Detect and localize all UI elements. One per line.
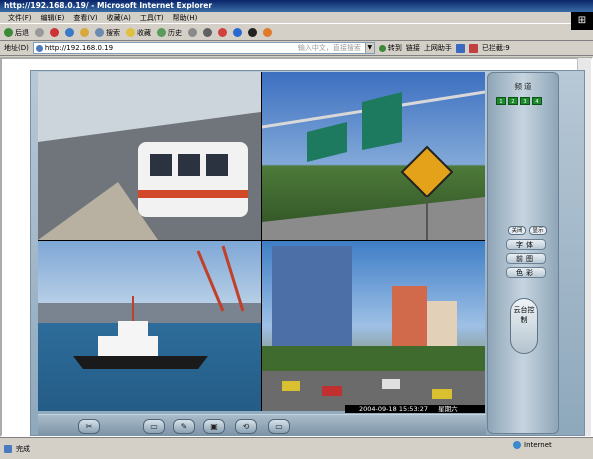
video-channel-1[interactable] xyxy=(38,72,261,240)
blocked-count[interactable]: 已拦截:9 xyxy=(482,43,510,53)
home-icon xyxy=(80,28,89,37)
city-street-image xyxy=(262,246,485,411)
address-search-placeholder: 输入中文，直接搜索 xyxy=(297,44,361,52)
video-channel-4[interactable] xyxy=(262,241,485,411)
channel-button-1[interactable]: 1 xyxy=(496,97,506,105)
edit-icon xyxy=(218,28,227,37)
address-bar: 地址(D) http://192.168.0.19 输入中文，直接搜索 ▼ 转到… xyxy=(0,41,593,56)
messenger-icon xyxy=(233,28,242,37)
refresh-tool-button[interactable]: ⟲ xyxy=(235,419,257,434)
channel-button-4[interactable]: 4 xyxy=(532,97,542,105)
chevron-down-icon[interactable]: ▼ xyxy=(364,43,374,53)
video-grid xyxy=(38,72,485,411)
edit-tool-button[interactable]: ✎ xyxy=(173,419,195,434)
mail-icon xyxy=(188,28,197,37)
print-button[interactable] xyxy=(203,28,212,37)
menu-file[interactable]: 文件(F) xyxy=(8,13,32,23)
panel-title: 频道 xyxy=(514,82,534,91)
color-button[interactable]: 色彩 xyxy=(506,267,546,278)
assistant-label[interactable]: 上网助手 xyxy=(424,43,452,53)
channel-buttons: 1 2 3 4 xyxy=(496,97,542,105)
page-done-icon xyxy=(4,444,12,453)
toggle-buttons: 关闭 显示 xyxy=(508,226,547,235)
assistant-icon[interactable] xyxy=(455,43,465,53)
control-panel: 频道 1 2 3 4 关闭 显示 字体 前图 色彩 云台控制 xyxy=(487,72,559,434)
window-title-bar: http://192.168.0.19/ - Microsoft Interne… xyxy=(0,0,593,12)
menu-tools[interactable]: 工具(T) xyxy=(140,13,164,23)
train-station-image xyxy=(38,72,261,240)
back-button[interactable]: 后退 xyxy=(4,28,29,38)
security-zone: Internet xyxy=(513,441,552,449)
panel-menu: 字体 前图 色彩 xyxy=(506,239,546,278)
back-arrow-icon xyxy=(4,28,13,37)
toolbar: 后退 搜索 收藏 历史 xyxy=(0,25,593,41)
preview-button[interactable]: 前图 xyxy=(506,253,546,264)
zone-label: Internet xyxy=(524,441,552,449)
display-button[interactable]: 显示 xyxy=(529,226,547,235)
extra-icon xyxy=(263,28,272,37)
refresh-button[interactable] xyxy=(65,28,74,37)
messenger-button[interactable] xyxy=(233,28,242,37)
video-timestamp: 2004-09-18 15:53:27 星期六 xyxy=(345,405,485,413)
refresh-icon xyxy=(65,28,74,37)
forward-arrow-icon xyxy=(35,28,44,37)
print-icon xyxy=(203,28,212,37)
stop-button[interactable] xyxy=(50,28,59,37)
video-channel-2[interactable] xyxy=(262,72,485,240)
bottom-control-bar: ✂ ▭ ✎ ▣ ⟲ ▭ xyxy=(38,414,486,436)
video-channel-3[interactable] xyxy=(38,241,261,411)
window-button[interactable]: ▭ xyxy=(143,419,165,434)
folder-button[interactable]: ▭ xyxy=(268,419,290,434)
history-button[interactable]: 历史 xyxy=(157,28,182,38)
channel-button-3[interactable]: 3 xyxy=(520,97,530,105)
globe-icon xyxy=(513,441,521,449)
settings-tool-button[interactable]: ✂ xyxy=(78,419,100,434)
ptz-control[interactable]: 云台控制 xyxy=(510,298,538,354)
extra-button[interactable] xyxy=(263,28,272,37)
ptz-label: 云台控制 xyxy=(513,306,535,324)
home-button[interactable] xyxy=(80,28,89,37)
window-title: http://192.168.0.19/ - Microsoft Interne… xyxy=(4,1,213,10)
edit-button[interactable] xyxy=(218,28,227,37)
search-icon xyxy=(95,28,104,37)
go-arrow-icon xyxy=(378,44,386,52)
qq-icon xyxy=(248,28,257,37)
search-button[interactable]: 搜索 xyxy=(95,28,120,38)
forward-button[interactable] xyxy=(35,28,44,37)
menu-favorites[interactable]: 收藏(A) xyxy=(107,13,131,23)
history-icon xyxy=(157,28,166,37)
menu-help[interactable]: 帮助(H) xyxy=(173,13,198,23)
stop-icon xyxy=(50,28,59,37)
status-text: 完成 xyxy=(16,444,30,453)
address-url: http://192.168.0.19 xyxy=(44,44,114,52)
page-icon xyxy=(35,44,43,52)
menu-bar: 文件(F) 编辑(E) 查看(V) 收藏(A) 工具(T) 帮助(H) xyxy=(0,12,571,24)
font-button[interactable]: 字体 xyxy=(506,239,546,250)
channel-button-2[interactable]: 2 xyxy=(508,97,518,105)
address-input[interactable]: http://192.168.0.19 输入中文，直接搜索 ▼ xyxy=(32,42,375,54)
qq-button[interactable] xyxy=(248,28,257,37)
close-button[interactable]: 关闭 xyxy=(508,226,526,235)
menu-edit[interactable]: 编辑(E) xyxy=(41,13,65,23)
harbor-ship-image xyxy=(38,245,261,369)
go-button[interactable]: 转到 xyxy=(378,43,402,53)
address-label: 地址(D) xyxy=(4,44,29,52)
menu-view[interactable]: 查看(V) xyxy=(73,13,97,23)
links-label[interactable]: 链接 xyxy=(406,43,420,53)
status-bar: 完成 xyxy=(0,437,593,459)
record-button[interactable]: ▣ xyxy=(203,419,225,434)
favorites-button[interactable]: 收藏 xyxy=(126,28,151,38)
favorites-icon xyxy=(126,28,135,37)
blocker-icon xyxy=(468,43,478,53)
highway-signs-image xyxy=(262,90,485,240)
mail-button[interactable] xyxy=(188,28,197,37)
